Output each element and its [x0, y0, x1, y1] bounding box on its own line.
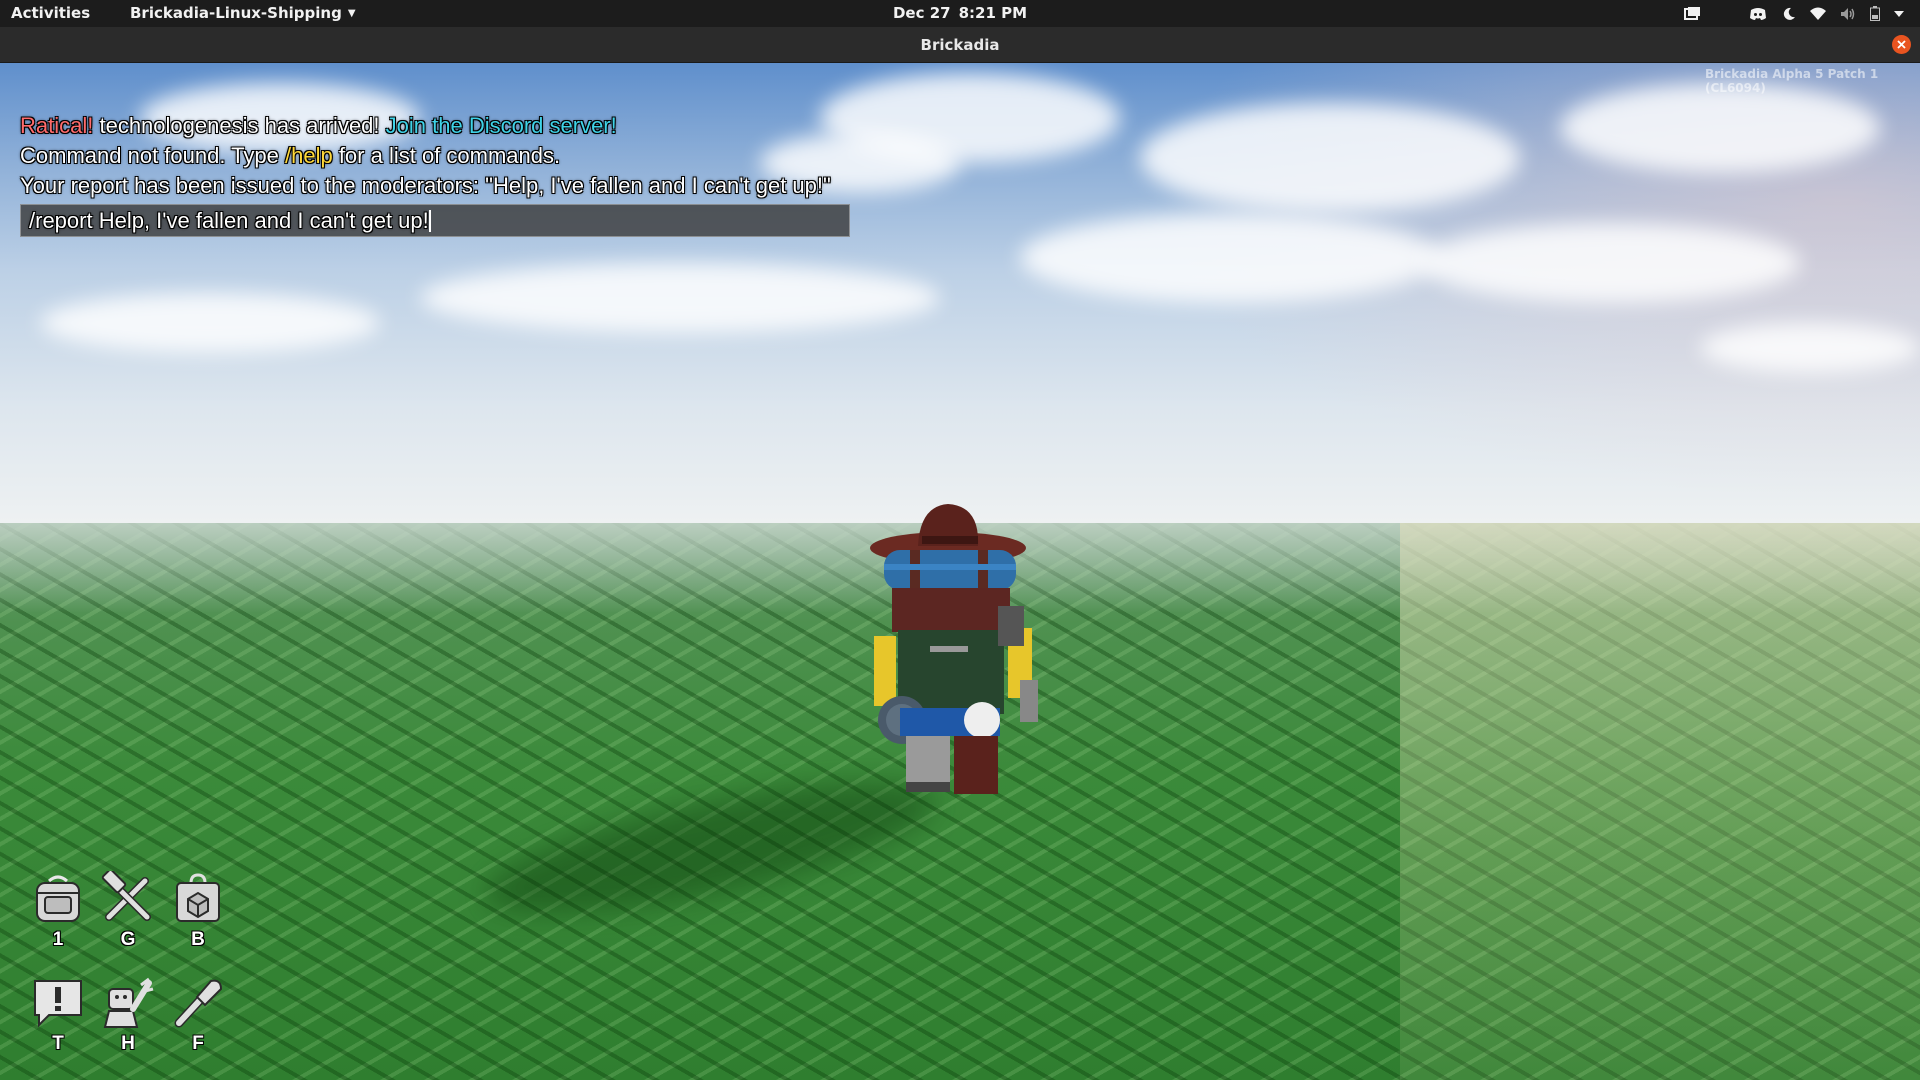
backpack-icon [36, 875, 80, 922]
close-icon [1897, 40, 1906, 49]
hotbar-key: F [192, 1033, 204, 1054]
cloud [1560, 83, 1880, 173]
chat-input-value: /report Help, I've fallen and I can't ge… [29, 208, 429, 233]
chat-input[interactable]: /report Help, I've fallen and I can't ge… [20, 204, 850, 237]
hotbar-slot-chat[interactable]: T [28, 975, 88, 1055]
clock-date: Dec 27 [892, 4, 951, 22]
volume-icon [1840, 7, 1856, 21]
cloud [1420, 223, 1800, 303]
cloud [420, 263, 940, 333]
discord-link[interactable]: Join the Discord server! [386, 113, 617, 138]
night-light-icon [1782, 7, 1796, 21]
wifi-icon [1810, 7, 1826, 20]
version-label: Brickadia Alpha 5 Patch 1 (CL6094) [1705, 67, 1879, 95]
brick-bag-icon [176, 873, 220, 922]
cloud [1700, 323, 1920, 373]
battery-icon [1870, 6, 1880, 21]
hotbar-key: B [191, 929, 205, 950]
status-area[interactable] [1782, 0, 1918, 27]
flashlight-icon [174, 979, 223, 1028]
hotbar-slot-tools[interactable]: G [98, 871, 158, 951]
clock[interactable]: Dec 27 8:21 PM [893, 4, 1027, 23]
hotbar-slot-bricks[interactable]: B [168, 871, 228, 951]
ground-tint [1400, 523, 1920, 1080]
hotbar-key: T [52, 1033, 64, 1054]
text-cursor [428, 210, 431, 232]
discord-icon[interactable] [1749, 7, 1767, 21]
hotbar-key: 1 [52, 929, 64, 950]
player-character [870, 504, 1038, 794]
window-switcher-icon[interactable] [1684, 6, 1701, 21]
chat-message: Your report has been issued to the moder… [20, 173, 831, 198]
hotbar-key: H [121, 1033, 135, 1054]
clock-time: 8:21 PM [958, 4, 1028, 22]
system-top-bar: Activities Brickadia-Linux-Shipping ▼ Dec… [0, 0, 1920, 27]
chat-panel: Ratical! technologenesis has arrived! Jo… [20, 111, 850, 237]
cloud [40, 293, 380, 353]
join-message: technologenesis has arrived! [93, 113, 386, 138]
help-command: /help [284, 143, 333, 168]
system-menu-chevron-icon [1894, 10, 1904, 17]
tray-apps [1684, 0, 1781, 27]
chat-alert-icon [34, 980, 82, 1028]
hotbar-key: G [120, 929, 136, 950]
window-close-button[interactable] [1892, 35, 1911, 54]
server-name: Ratical! [20, 113, 94, 138]
chat-message: Command not found. Type /help for a list… [20, 141, 850, 171]
window-titlebar[interactable]: Brickadia [0, 27, 1920, 63]
minifig-emote-icon [103, 977, 154, 1028]
chat-message: Ratical! technologenesis has arrived! Jo… [20, 111, 850, 141]
error-prefix: Command not found. Type [20, 143, 285, 168]
hotbar: 1 G B T H F [28, 871, 228, 1071]
chevron-down-icon: ▼ [347, 8, 356, 19]
game-viewport[interactable]: Brickadia Alpha 5 Patch 1 (CL6094) Ratic… [0, 63, 1920, 1080]
hotbar-slot-emote[interactable]: H [98, 975, 158, 1055]
activities-button[interactable]: Activities [11, 4, 90, 23]
app-menu[interactable]: Brickadia-Linux-Shipping ▼ [130, 4, 356, 23]
app-menu-label: Brickadia-Linux-Shipping [130, 4, 342, 22]
cloud [1140, 103, 1520, 213]
hotbar-slot-inventory[interactable]: 1 [28, 871, 88, 951]
error-suffix: for a list of commands. [332, 143, 561, 168]
cloud [1020, 213, 1440, 303]
window-title: Brickadia [920, 36, 1000, 54]
hotbar-slot-flashlight[interactable]: F [168, 975, 228, 1055]
hammer-wrench-icon [101, 871, 151, 921]
